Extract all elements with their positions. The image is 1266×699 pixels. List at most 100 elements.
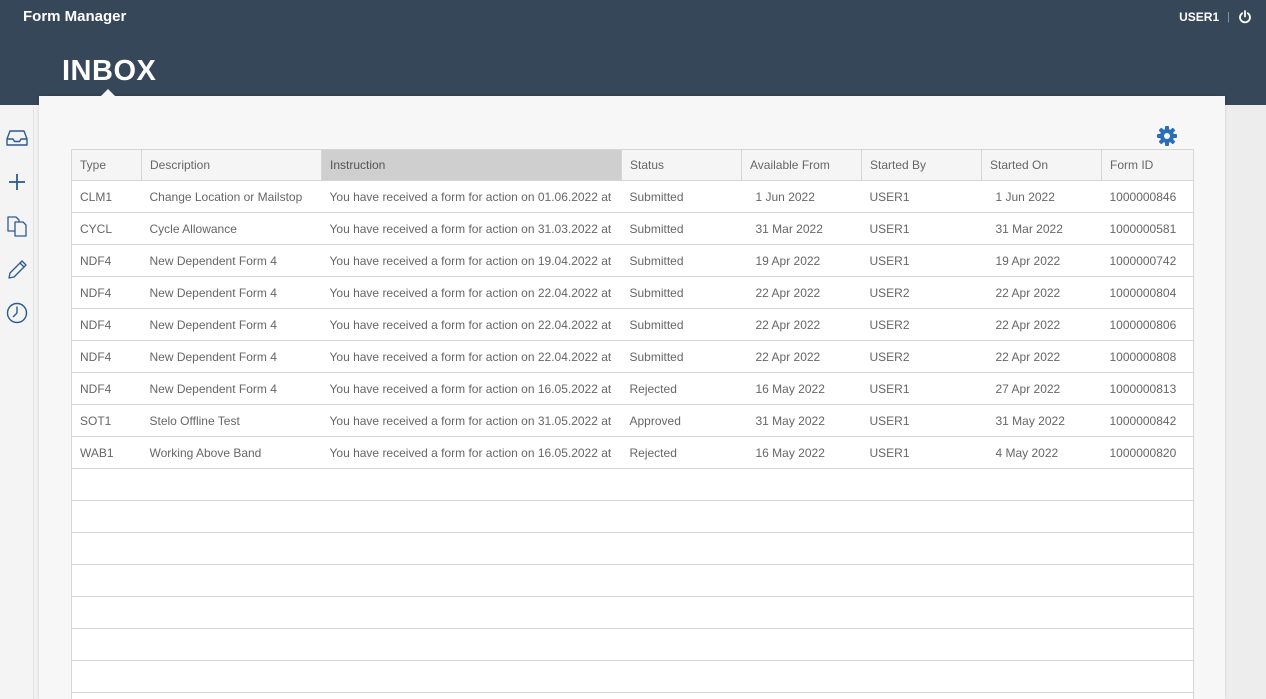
user-name[interactable]: USER1 xyxy=(1179,10,1219,24)
form-id-cell: 1000000804 xyxy=(1101,276,1194,309)
status-cell: Approved xyxy=(621,404,742,437)
status-cell: Rejected xyxy=(621,372,742,405)
empty-row xyxy=(71,500,1194,533)
app-title: Form Manager xyxy=(23,8,127,25)
type-cell: NDF4 xyxy=(71,308,142,341)
empty-row xyxy=(71,628,1194,661)
type-cell: SOT1 xyxy=(71,404,142,437)
top-header-bar: Form Manager USER1 | INBOX xyxy=(0,0,1266,105)
column-header-form-id[interactable]: Form ID xyxy=(1101,149,1194,181)
status-cell: Submitted xyxy=(621,180,742,213)
table-row[interactable]: NDF4 New Dependent Form 4 You have receive… xyxy=(71,244,1194,277)
available-from-cell: 16 May 2022 xyxy=(741,372,862,405)
available-from-cell: 22 Apr 2022 xyxy=(741,340,862,373)
column-header-started-on[interactable]: Started On xyxy=(981,149,1102,181)
copy-icon xyxy=(7,216,27,237)
form-id-cell: 1000000742 xyxy=(1101,244,1194,277)
column-header-type[interactable]: Type xyxy=(71,149,142,181)
column-header-available-from[interactable]: Available From xyxy=(741,149,862,181)
type-cell: NDF4 xyxy=(71,244,142,277)
form-id-cell: 1000000581 xyxy=(1101,212,1194,245)
table-body: CLM1 Change Location or Mailstop You have … xyxy=(71,180,1194,699)
started-on-cell: 31 May 2022 xyxy=(981,404,1102,437)
empty-cell xyxy=(71,596,1194,629)
column-header-instruction[interactable]: Instruction xyxy=(321,149,622,181)
started-by-cell: USER2 xyxy=(861,276,982,309)
type-cell: NDF4 xyxy=(71,372,142,405)
table-row[interactable]: NDF4 New Dependent Form 4 You have receive… xyxy=(71,340,1194,373)
empty-cell xyxy=(71,564,1194,597)
started-by-cell: USER1 xyxy=(861,372,982,405)
column-header-status[interactable]: Status xyxy=(621,149,742,181)
started-by-cell: USER2 xyxy=(861,308,982,341)
sidebar-item-copy[interactable] xyxy=(4,213,30,239)
sidebar-item-history[interactable] xyxy=(4,300,30,326)
form-id-cell: 1000000813 xyxy=(1101,372,1194,405)
column-header-started-by[interactable]: Started By xyxy=(861,149,982,181)
sidebar-item-edit[interactable] xyxy=(4,257,30,283)
status-cell: Rejected xyxy=(621,436,742,469)
description-cell: New Dependent Form 4 xyxy=(141,308,322,341)
user-separator: | xyxy=(1227,11,1230,23)
empty-cell xyxy=(71,500,1194,533)
table-row[interactable]: NDF4 New Dependent Form 4 You have receive… xyxy=(71,276,1194,309)
settings-button[interactable] xyxy=(1156,125,1178,147)
available-from-cell: 31 Mar 2022 xyxy=(741,212,862,245)
started-by-cell: USER1 xyxy=(861,436,982,469)
available-from-cell: 31 May 2022 xyxy=(741,404,862,437)
instruction-cell: You have received a form for action on 1… xyxy=(321,436,622,469)
started-by-cell: USER1 xyxy=(861,404,982,437)
started-on-cell: 1 Jun 2022 xyxy=(981,180,1102,213)
table-row[interactable]: NDF4 New Dependent Form 4 You have receive… xyxy=(71,308,1194,341)
table-row[interactable]: CYCL Cycle Allowance You have received a f… xyxy=(71,212,1194,245)
table-row[interactable]: NDF4 New Dependent Form 4 You have receive… xyxy=(71,372,1194,405)
title-caret xyxy=(100,89,116,97)
form-id-cell: 1000000842 xyxy=(1101,404,1194,437)
started-on-cell: 22 Apr 2022 xyxy=(981,340,1102,373)
clock-icon xyxy=(6,302,28,324)
empty-row xyxy=(71,660,1194,693)
empty-cell xyxy=(71,660,1194,693)
type-cell: NDF4 xyxy=(71,276,142,309)
empty-row xyxy=(71,596,1194,629)
description-cell: Cycle Allowance xyxy=(141,212,322,245)
table-header-row: Type Description Instruction Status Avai… xyxy=(71,149,1194,181)
inbox-table: Type Description Instruction Status Avai… xyxy=(71,149,1194,699)
started-by-cell: USER1 xyxy=(861,180,982,213)
gear-icon xyxy=(1157,126,1177,146)
description-cell: New Dependent Form 4 xyxy=(141,244,322,277)
instruction-cell: You have received a form for action on 0… xyxy=(321,180,622,213)
started-by-cell: USER2 xyxy=(861,340,982,373)
plus-icon xyxy=(9,174,25,190)
table-row[interactable]: SOT1 Stelo Offline Test You have received … xyxy=(71,404,1194,437)
status-cell: Submitted xyxy=(621,244,742,277)
empty-cell xyxy=(71,628,1194,661)
available-from-cell: 16 May 2022 xyxy=(741,436,862,469)
available-from-cell: 22 Apr 2022 xyxy=(741,308,862,341)
description-cell: New Dependent Form 4 xyxy=(141,340,322,373)
type-cell: NDF4 xyxy=(71,340,142,373)
table-row[interactable]: WAB1 Working Above Band You have received … xyxy=(71,436,1194,469)
form-id-cell: 1000000820 xyxy=(1101,436,1194,469)
instruction-cell: You have received a form for action on 2… xyxy=(321,308,622,341)
empty-row xyxy=(71,468,1194,501)
available-from-cell: 22 Apr 2022 xyxy=(741,276,862,309)
empty-row xyxy=(71,564,1194,597)
started-by-cell: USER1 xyxy=(861,212,982,245)
status-cell: Submitted xyxy=(621,308,742,341)
form-id-cell: 1000000846 xyxy=(1101,180,1194,213)
instruction-cell: You have received a form for action on 2… xyxy=(321,276,622,309)
power-icon[interactable] xyxy=(1238,10,1252,24)
description-cell: New Dependent Form 4 xyxy=(141,276,322,309)
instruction-cell: You have received a form for action on 2… xyxy=(321,340,622,373)
started-on-cell: 4 May 2022 xyxy=(981,436,1102,469)
pencil-icon xyxy=(8,260,27,279)
started-on-cell: 22 Apr 2022 xyxy=(981,276,1102,309)
sidebar-item-new[interactable] xyxy=(4,169,30,195)
inbox-icon xyxy=(6,130,28,146)
column-header-description[interactable]: Description xyxy=(141,149,322,181)
description-cell: Stelo Offline Test xyxy=(141,404,322,437)
started-on-cell: 19 Apr 2022 xyxy=(981,244,1102,277)
sidebar-item-inbox[interactable] xyxy=(4,125,30,151)
table-row[interactable]: CLM1 Change Location or Mailstop You have … xyxy=(71,180,1194,213)
